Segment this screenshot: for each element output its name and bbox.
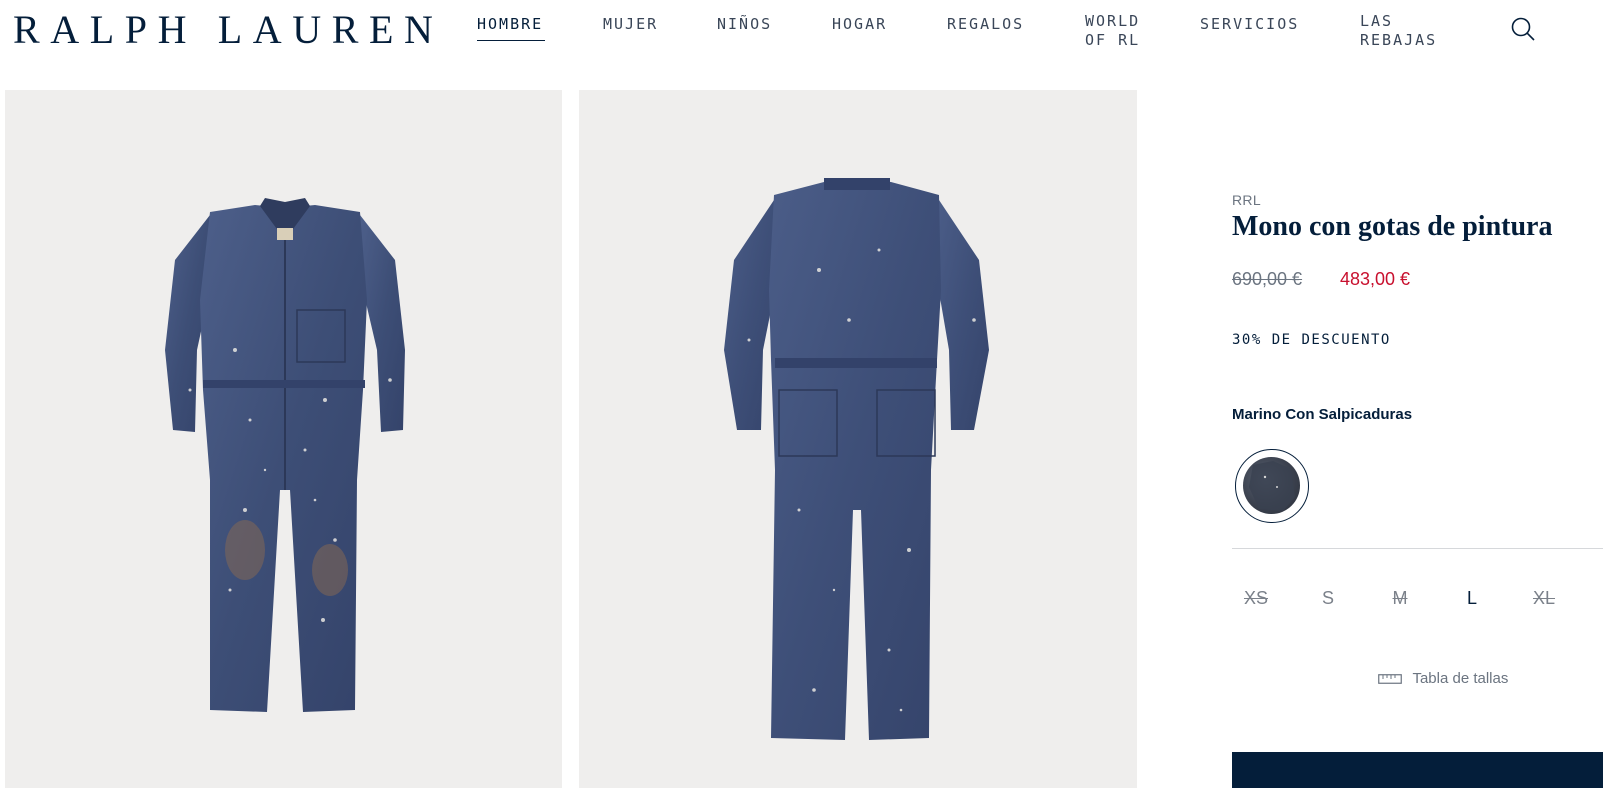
nav-active-underline <box>477 40 545 41</box>
size-guide-label: Tabla de tallas <box>1412 670 1509 688</box>
nav-item-label-line2: OF RL <box>1085 31 1141 49</box>
search-icon <box>1511 17 1535 41</box>
sale-price: 483,00 € <box>1340 269 1411 289</box>
size-option-l[interactable]: L <box>1448 588 1496 609</box>
product-title: Mono con gotas de pintura <box>1232 211 1553 242</box>
nav-item-world-of-rl[interactable]: WORLD OF RL <box>1085 12 1140 50</box>
nav-item-label: HOMBRE <box>477 15 544 33</box>
size-option-m[interactable]: M <box>1376 588 1424 609</box>
nav-item-mujer[interactable]: MUJER <box>603 15 658 34</box>
selected-color-name: Marino Con Salpicaduras <box>1232 406 1413 423</box>
nav-item-ninos[interactable]: NIÑOS <box>717 15 772 34</box>
product-image-front[interactable] <box>5 90 562 788</box>
nav-item-label-line1: WORLD <box>1085 12 1141 30</box>
original-price: 690,00 € <box>1232 269 1303 289</box>
ruler-icon <box>1378 673 1402 684</box>
size-option-s[interactable]: S <box>1304 588 1352 609</box>
nav-item-servicios[interactable]: SERVICIOS <box>1200 15 1299 34</box>
nav-item-regalos[interactable]: REGALOS <box>947 15 1024 34</box>
section-divider <box>1232 548 1603 549</box>
swatch-image <box>1243 457 1300 514</box>
search-button[interactable] <box>1508 14 1538 44</box>
nav-item-label: NIÑOS <box>717 15 773 33</box>
size-option-xs[interactable]: XS <box>1232 588 1280 609</box>
brand-logo[interactable]: RALPH LAUREN <box>13 8 444 52</box>
nav-item-las-rebajas[interactable]: LAS REBAJAS <box>1360 12 1437 50</box>
size-option-xl[interactable]: XL <box>1520 588 1568 609</box>
nav-item-label: HOGAR <box>832 15 888 33</box>
nav-item-label-line1: LAS <box>1360 12 1394 30</box>
nav-item-label: REGALOS <box>947 15 1025 33</box>
size-guide-link[interactable]: Tabla de tallas <box>1378 670 1508 688</box>
color-swatch-marino[interactable] <box>1235 449 1309 523</box>
product-brand[interactable]: RRL <box>1232 192 1261 208</box>
nav-item-label: MUJER <box>603 15 659 33</box>
nav-item-label-line2: REBAJAS <box>1360 31 1438 49</box>
nav-item-hombre[interactable]: HOMBRE <box>477 15 543 34</box>
nav-item-label: SERVICIOS <box>1200 15 1300 33</box>
discount-label: 30% DE DESCUENTO <box>1232 332 1391 348</box>
product-image-back[interactable] <box>579 90 1137 788</box>
site-header: RALPH LAUREN HOMBRE MUJER NIÑOS HOGAR RE… <box>0 0 1603 64</box>
coverall-front-illustration <box>165 198 405 712</box>
coverall-back-illustration <box>724 178 989 740</box>
add-to-bag-button[interactable] <box>1232 752 1603 788</box>
nav-item-hogar[interactable]: HOGAR <box>832 15 887 34</box>
